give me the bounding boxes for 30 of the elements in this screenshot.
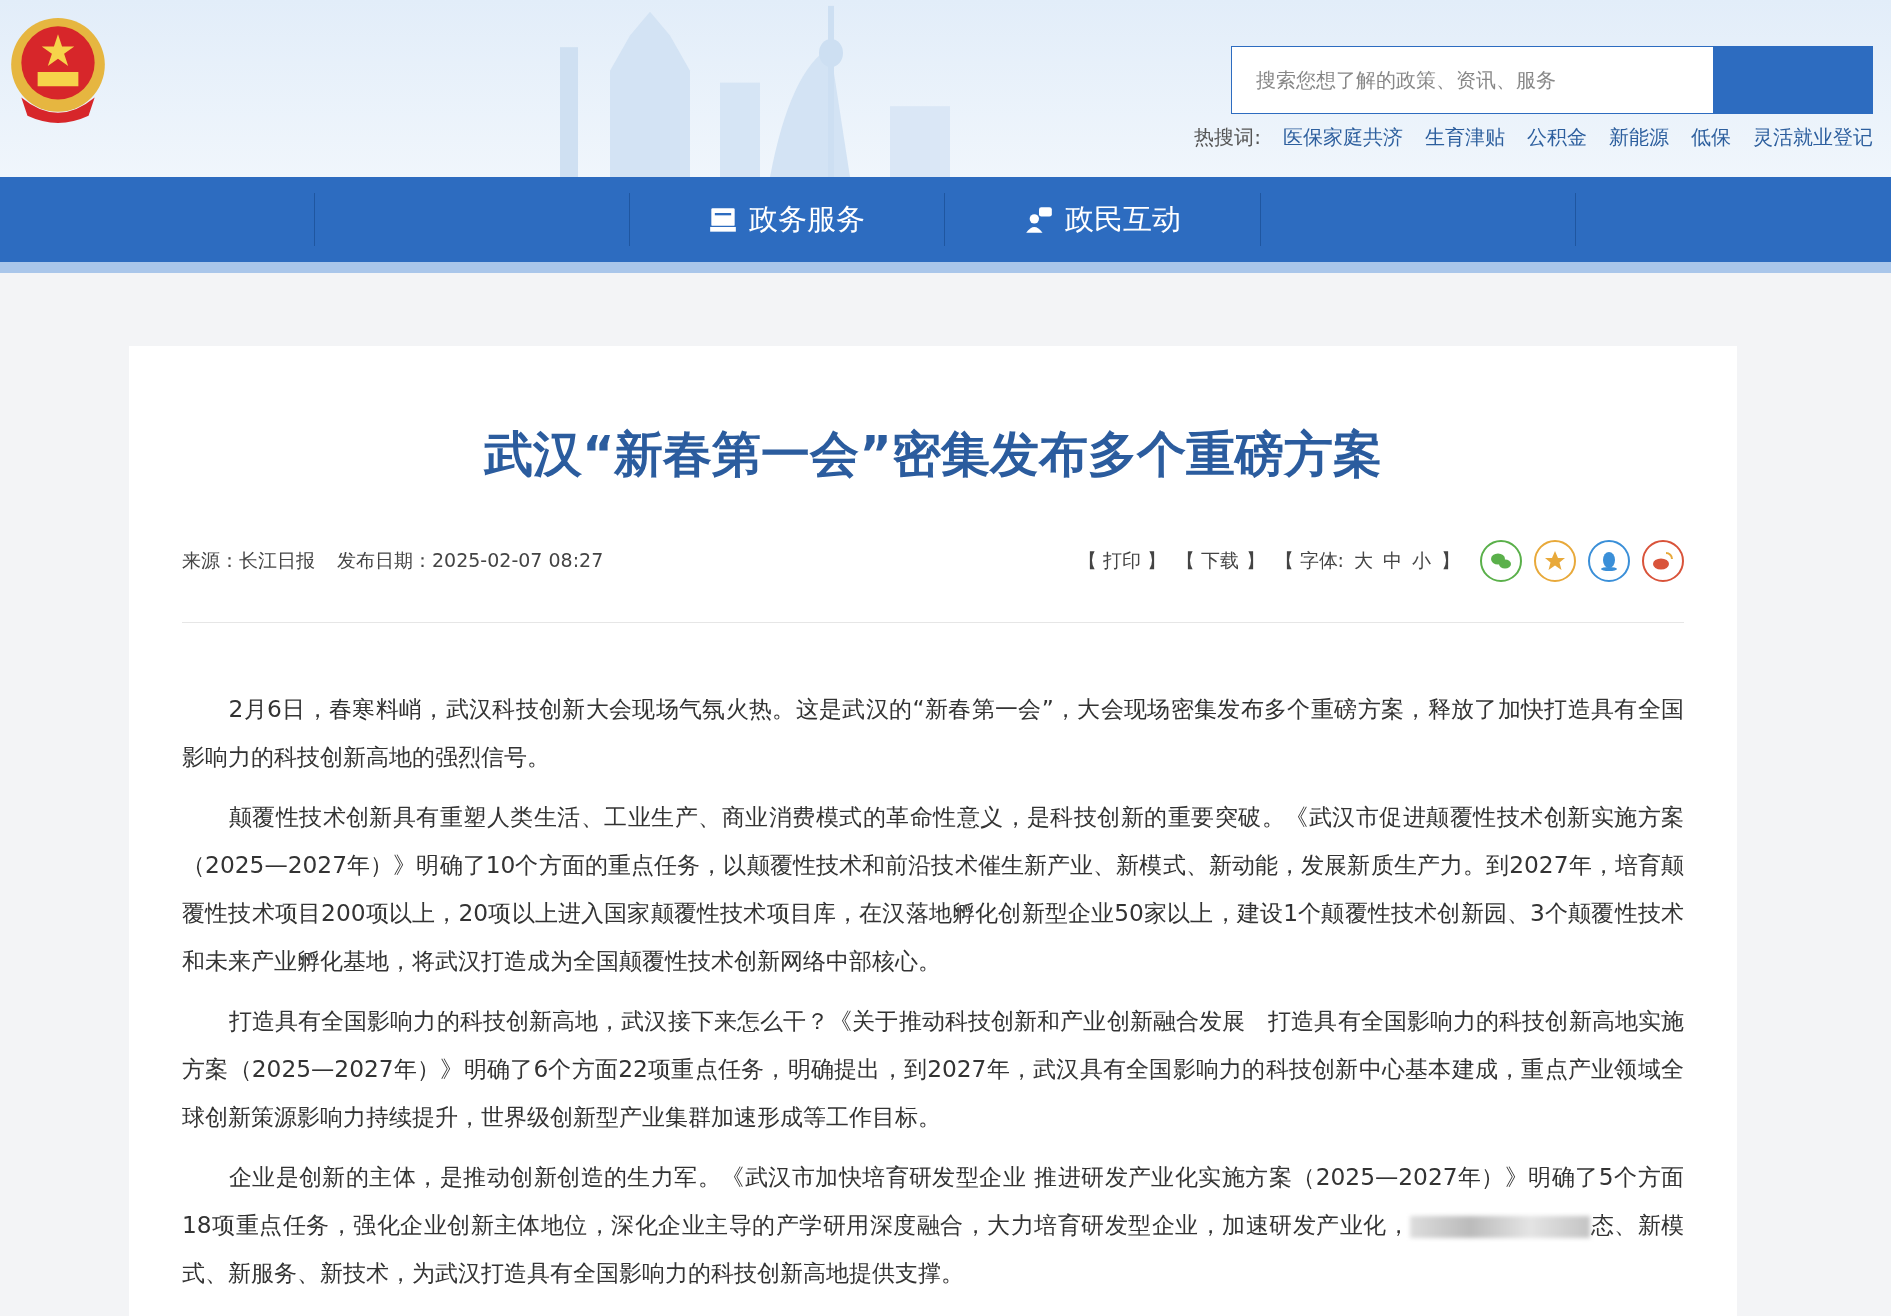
tool-link[interactable]: 【 下载 】 bbox=[1176, 548, 1265, 574]
nav-item[interactable]: 政务服务 bbox=[709, 199, 866, 240]
tool-link[interactable]: 】 bbox=[1441, 548, 1460, 574]
article-paragraph: 颠覆性技术创新具有重塑人类生活、工业生产、商业消费模式的革命性意义，是科技创新的重要突破。《武汉市促进颠覆性技术创新实施方案（2025—2027年）》明确了10个方面的重点任务，以颠覆性技术和前沿技术催生新产业、新模式、新动能，发展新质生产力。到2027年，培育颠覆性技术项目200项以上，20项以上进入国家颠覆性技术项目库，在汉落地孵化创新型企业50家以上，建设1个颠覆性技术创新园、3个颠覆性技术和未来产业孵化基地，将武汉打造成为全国颠覆性技术创新网络中部核心。 bbox=[182, 802, 1684, 976]
hot-word-link[interactable]: 生育津贴 bbox=[1425, 124, 1505, 151]
tool-link[interactable]: 【 打印 】 bbox=[1078, 548, 1167, 574]
nav-item[interactable]: 政民互动 bbox=[1024, 199, 1181, 240]
hot-word-link[interactable]: 新能源 bbox=[1609, 124, 1669, 151]
source-text: 来源：长江日报 bbox=[182, 548, 315, 573]
hot-word-link[interactable]: 灵活就业登记 bbox=[1753, 124, 1873, 151]
wechat-share-icon[interactable] bbox=[1480, 540, 1522, 582]
tool-link[interactable]: 小 bbox=[1412, 548, 1431, 574]
search-field[interactable]: 搜索您想了解的政策、资讯、服务 bbox=[1231, 46, 1713, 114]
article-title: 武汉“新春第一会”密集发布多个重磅方案 bbox=[482, 425, 1383, 485]
tool-link[interactable]: 【 字体: bbox=[1274, 548, 1344, 574]
monitor-icon bbox=[709, 205, 738, 234]
publish-date: 发布日期：2025-02-07 08:27 bbox=[337, 548, 604, 573]
article-paragraph: 打造具有全国影响力的科技创新高地，武汉接下来怎么干？《关于推动科技创新和产业创新融合发展 打造具有全国影响力的科技创新高地实施方案（2025—2027年）》明确了6个方面22项重点任务，明确提出，到2027年，武汉具有全国影响力的科技创新中心基本建成，重点产业领域全球创新策源影响力持续提升，世界级创新型产业集群加速形成等工作目标。 bbox=[182, 1006, 1684, 1132]
article-paragraph: 2月6日，春寒料峭，武汉科技创新大会现场气氛火热。这是武汉的“新春第一会”，大会现场密集发布多个重磅方案，释放了加快打造具有全国影响力的科技创新高地的强烈信号。 bbox=[182, 694, 1684, 772]
people-chat-icon bbox=[1024, 205, 1053, 234]
hot-word-link[interactable]: 医保家庭共济 bbox=[1283, 124, 1403, 151]
favorite-share-icon[interactable] bbox=[1534, 540, 1576, 582]
article-paragraph: 企业是创新的主体，是推动创新创造的生力军。《武汉市加快培育研发型企业 推进研发产业化实施方案（2025—2027年）》明确了5个方面18项重点任务，强化企业创新主体地位，深化企业主导的产学研用深度融合，大力培育研发型企业，加速研发产业化， 态、新模式、新服务、新技术，为武汉打造具有全国影响力的科技创新高地提供支撑。 bbox=[182, 1162, 1684, 1288]
weibo-share-icon[interactable] bbox=[1642, 540, 1684, 582]
hot-search-label: 热搜词: bbox=[1194, 124, 1261, 151]
qq-share-icon[interactable] bbox=[1588, 540, 1630, 582]
hot-word-link[interactable]: 低保 bbox=[1691, 124, 1731, 151]
hot-word-link[interactable]: 公积金 bbox=[1527, 124, 1587, 151]
tool-link[interactable]: 大 bbox=[1354, 548, 1373, 574]
tool-link[interactable]: 中 bbox=[1383, 548, 1402, 574]
